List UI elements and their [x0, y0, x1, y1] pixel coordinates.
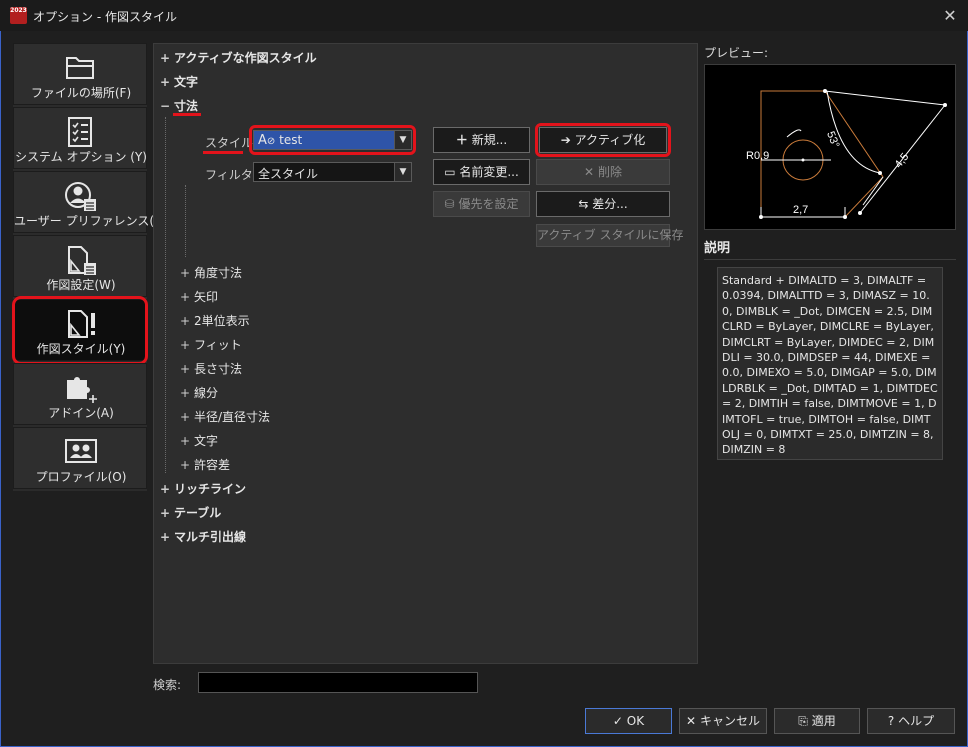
- preview-drawing: R0,9 53° 4,5 2,7: [746, 89, 947, 219]
- new-button[interactable]: ＋ 新規...: [433, 127, 530, 153]
- search-input[interactable]: [198, 672, 478, 693]
- tree-node-multileader[interactable]: + マルチ引出線: [160, 528, 246, 545]
- description-text: Standard + DIMALTD = 3, DIMALTF = 0.0394…: [717, 267, 943, 460]
- filter-dropdown[interactable]: 全スタイル ▼: [253, 162, 412, 182]
- tree-node-fit[interactable]: + フィット: [180, 336, 242, 353]
- sidebar-item-drawing-settings[interactable]: 作図設定(W): [13, 235, 147, 297]
- puzzle-icon: [67, 377, 97, 403]
- tree-node-tolerance[interactable]: + 許容差: [180, 456, 230, 473]
- apply-button[interactable]: ⎘ 適用: [774, 708, 860, 734]
- sidebar-highlight-frame: [12, 296, 148, 365]
- tree-node-text[interactable]: + 文字: [160, 73, 198, 90]
- dimension-preview: R0,9 53° 4,5 2,7: [704, 64, 956, 230]
- tree-node-richline[interactable]: + リッチライン: [160, 480, 246, 497]
- sidebar-item-label: アドイン(A): [48, 406, 114, 420]
- window-title: オプション - 作図スタイル: [33, 10, 177, 24]
- tree-node-dimension[interactable]: − 寸法: [160, 97, 198, 114]
- description-title: 説明: [704, 237, 956, 260]
- preview-label: プレビュー:: [704, 46, 769, 60]
- plus-icon: ＋: [455, 133, 468, 147]
- sidebar-item-user-preferences[interactable]: ユーザー プリファレンス(U): [13, 171, 168, 233]
- rename-button[interactable]: ▭ 名前変更...: [433, 159, 530, 185]
- delete-button[interactable]: ✕ 削除: [536, 159, 670, 185]
- apply-icon: ⎘: [798, 714, 808, 728]
- style-highlight-frame: [249, 125, 416, 155]
- check-icon: ✓: [612, 714, 623, 728]
- folder-icon: [66, 57, 94, 79]
- search-label: 検索:: [153, 678, 182, 692]
- diff-button[interactable]: ⇆ 差分...: [536, 191, 670, 217]
- help-icon: ?: [887, 714, 895, 728]
- sidebar-item-system-options[interactable]: システム オプション (Y): [13, 107, 147, 169]
- diff-icon: ⇆: [578, 197, 589, 211]
- sidebar-item-profiles[interactable]: プロファイル(O): [13, 427, 147, 489]
- profile-icon: [65, 439, 97, 463]
- user-prefs-icon: [65, 182, 96, 211]
- checklist-icon: [68, 117, 92, 147]
- sidebar-item-label: ファイルの場所(F): [30, 86, 132, 100]
- style-underline-mark: [203, 151, 243, 154]
- dimension-underline-mark: [173, 113, 201, 116]
- tree-node-active-style[interactable]: + アクティブな作図スタイル: [160, 49, 317, 66]
- preview-linear-text: 2,7: [793, 204, 808, 216]
- sidebar-item-label: プロファイル(O): [35, 470, 127, 484]
- preview-angle-text: 53°: [824, 130, 841, 150]
- help-button[interactable]: ? ヘルプ: [867, 708, 955, 734]
- sidebar-item-addins[interactable]: アドイン(A): [13, 363, 147, 425]
- priority-icon: ⛁: [444, 197, 455, 211]
- tree-guide-line: [165, 117, 166, 473]
- tree-node-lines[interactable]: + 線分: [180, 384, 218, 401]
- set-priority-button[interactable]: ⛁ 優先を設定: [433, 191, 530, 217]
- tree-node-arrows[interactable]: + 矢印: [180, 288, 218, 305]
- sidebar-item-label: 作図設定(W): [46, 278, 116, 292]
- tree-node-dim-text[interactable]: + 文字: [180, 432, 218, 449]
- filter-label: フィルタ:: [205, 168, 257, 182]
- tree-node-angular-dim[interactable]: + 角度寸法: [180, 264, 242, 281]
- filter-value: 全スタイル: [258, 167, 319, 181]
- tree-node-alt-units[interactable]: +2単位表示: [180, 312, 250, 329]
- tree-node-linear-dim[interactable]: + 長さ寸法: [180, 360, 242, 377]
- close-icon: ✕: [686, 714, 697, 728]
- activate-highlight-frame: [535, 123, 671, 157]
- sidebar-item-label: システム オプション (Y): [15, 150, 147, 164]
- tree-node-table[interactable]: + テーブル: [160, 504, 221, 521]
- drawing-settings-icon: [68, 246, 96, 275]
- delete-x-icon: ✕: [584, 165, 595, 179]
- close-icon[interactable]: ✕: [940, 6, 960, 26]
- save-to-active-button[interactable]: アクティブ スタイルに保存: [536, 224, 684, 247]
- tree-guide-line: [185, 185, 186, 257]
- rename-icon: ▭: [444, 165, 456, 179]
- ok-button[interactable]: ✓ OK: [585, 708, 672, 734]
- sidebar-item-file-locations[interactable]: ファイルの場所(F): [13, 43, 147, 105]
- app-icon: 2023: [10, 7, 27, 24]
- chevron-down-icon: ▼: [394, 163, 411, 181]
- cancel-button[interactable]: ✕ キャンセル: [679, 708, 767, 734]
- tree-node-radius-diameter[interactable]: + 半径/直径寸法: [180, 408, 270, 425]
- preview-radius-text: R0,9: [746, 150, 769, 162]
- sidebar-item-label: ユーザー プリファレンス(U): [14, 214, 168, 228]
